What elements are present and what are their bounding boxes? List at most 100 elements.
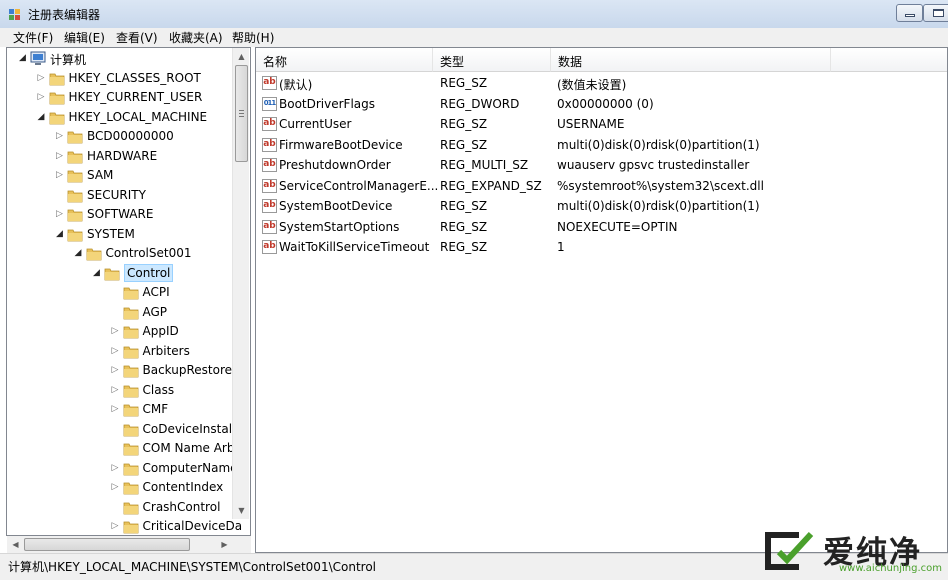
tree-item[interactable]: CrashControl: [7, 498, 237, 517]
tree-item[interactable]: ◢ 计算机: [7, 49, 237, 68]
value-name: SystemBootDevice: [279, 199, 393, 213]
expanded-arrow-icon[interactable]: ◢: [19, 52, 29, 64]
column-header-type[interactable]: 类型: [433, 48, 551, 72]
menu-help[interactable]: 帮助(H): [232, 29, 274, 46]
value-row[interactable]: ab WaitToKillServiceTimeout REG_SZ 1: [256, 237, 946, 257]
scroll-thumb[interactable]: [235, 65, 248, 162]
status-path: 计算机\HKEY_LOCAL_MACHINE\SYSTEM\ControlSet…: [8, 560, 376, 574]
tree-item[interactable]: ▷ ComputerName: [7, 459, 238, 478]
column-header-data[interactable]: 数据: [551, 48, 831, 72]
tree-item[interactable]: ▷ HKEY_CLASSES_ROOT: [7, 69, 237, 88]
tree-item[interactable]: ▷ HARDWARE: [7, 147, 237, 166]
collapsed-arrow-icon[interactable]: ▷: [112, 520, 122, 532]
tree-item[interactable]: ACPI: [7, 283, 237, 302]
value-row[interactable]: ab (默认) REG_SZ (数值未设置): [256, 73, 946, 93]
tree-item-label: SYSTEM: [87, 226, 135, 241]
tree-item[interactable]: ◢ ControlSet001: [7, 244, 237, 263]
collapsed-arrow-icon[interactable]: ▷: [56, 150, 66, 162]
minimize-icon: [905, 14, 915, 17]
value-name: FirmwareBootDevice: [279, 137, 403, 152]
tree-item[interactable]: ▷ CriticalDeviceDa: [7, 517, 242, 535]
maximize-button[interactable]: [923, 4, 948, 22]
tree-horizontal-scrollbar[interactable]: ◀ ▶: [7, 536, 233, 553]
menu-edit[interactable]: 编辑(E): [64, 29, 105, 46]
value-name: WaitToKillServiceTimeout: [279, 240, 430, 254]
column-header-empty: [831, 48, 947, 72]
folder-icon: [123, 305, 139, 320]
scroll-thumb-horizontal[interactable]: [24, 538, 190, 551]
value-row[interactable]: ab SystemBootDevice REG_SZ multi(0)disk(0)r…: [256, 196, 946, 216]
collapsed-arrow-icon[interactable]: ▷: [112, 345, 122, 357]
tree-item[interactable]: AGP: [7, 303, 237, 322]
scroll-left-arrow-icon[interactable]: ◀: [7, 536, 24, 553]
value-type: REG_EXPAND_SZ: [440, 178, 542, 193]
tree-item[interactable]: ▷ ContentIndex: [7, 478, 237, 497]
tree-item-label: HKEY_CLASSES_ROOT: [68, 70, 201, 85]
tree-item[interactable]: ◢ SYSTEM: [7, 225, 237, 244]
menu-view[interactable]: 查看(V): [116, 29, 158, 46]
tree-item-label: 计算机: [50, 53, 87, 67]
watermark-logo: 爱纯净 www.aichunjing.com: [757, 525, 943, 577]
values-list[interactable]: 名称 类型 数据 ab (默认) REG_SZ (数值未设置) 011 BootDrive…: [255, 47, 948, 553]
value-type: REG_SZ: [440, 117, 488, 131]
collapsed-arrow-icon[interactable]: ▷: [112, 462, 122, 474]
tree-item[interactable]: ▷ Arbiters: [7, 342, 237, 361]
tree-item-label: ACPI: [142, 285, 170, 299]
watermark-mark-icon: [765, 531, 814, 570]
tree-item[interactable]: ◢ HKEY_LOCAL_MACHINE: [7, 108, 237, 127]
tree-item-label: COM Name Arb: [142, 441, 235, 455]
menu-favorites[interactable]: 收藏夹(A): [169, 29, 223, 46]
key-tree[interactable]: ◢ 计算机 ▷ HKEY_CLASSES_ROOT ▷ HKEY_CURRENT_USER…: [6, 47, 251, 536]
value-row[interactable]: 011 BootDriverFlags REG_DWORD 0x00000000 (0…: [256, 94, 946, 114]
scroll-up-arrow-icon[interactable]: ▲: [233, 48, 250, 65]
tree-item-label: ControlSet001: [105, 246, 192, 260]
tree-item[interactable]: ▷ HKEY_CURRENT_USER: [7, 88, 237, 107]
collapsed-arrow-icon[interactable]: ▷: [38, 91, 48, 103]
collapsed-arrow-icon[interactable]: ▷: [56, 208, 66, 220]
expanded-arrow-icon[interactable]: ◢: [56, 228, 66, 240]
value-row[interactable]: ab SystemStartOptions REG_SZ NOEXECUTE=OPT…: [256, 217, 946, 237]
value-type: REG_SZ: [440, 219, 488, 234]
folder-icon: [67, 149, 83, 164]
tree-item[interactable]: COM Name Arb: [7, 439, 237, 458]
expanded-arrow-icon[interactable]: ◢: [38, 111, 48, 123]
folder-icon: [86, 246, 102, 261]
tree-vertical-scrollbar[interactable]: ▲ ▼: [232, 48, 249, 519]
collapsed-arrow-icon[interactable]: ▷: [112, 481, 122, 493]
tree-item[interactable]: ▷ BCD00000000: [7, 127, 237, 146]
column-header-name[interactable]: 名称: [256, 48, 433, 72]
minimize-button[interactable]: [896, 4, 923, 22]
tree-item-label: Class: [142, 382, 175, 397]
value-row[interactable]: ab PreshutdownOrder REG_MULTI_SZ wuauserv g…: [256, 155, 946, 175]
value-row[interactable]: ab ServiceControlManagerE... REG_EXPAND_SZ…: [256, 176, 946, 196]
tree-item[interactable]: ▷ AppID: [7, 322, 237, 341]
tree-item[interactable]: ▷ BackupRestore: [7, 361, 237, 380]
value-data: 1: [557, 240, 565, 254]
collapsed-arrow-icon[interactable]: ▷: [56, 169, 66, 181]
value-row[interactable]: ab FirmwareBootDevice REG_SZ multi(0)disk(0…: [256, 135, 946, 155]
collapsed-arrow-icon[interactable]: ▷: [112, 403, 122, 415]
tree-item[interactable]: ▷ SAM: [7, 166, 237, 185]
collapsed-arrow-icon[interactable]: ▷: [38, 72, 48, 84]
scroll-right-arrow-icon[interactable]: ▶: [216, 536, 233, 553]
tree-item[interactable]: ▷ Class: [7, 381, 237, 400]
collapsed-arrow-icon[interactable]: ▷: [56, 130, 66, 142]
collapsed-arrow-icon[interactable]: ▷: [112, 384, 122, 396]
tree-item[interactable]: SECURITY: [7, 186, 237, 205]
collapsed-arrow-icon[interactable]: ▷: [112, 325, 122, 337]
tree-item[interactable]: ▷ SOFTWARE: [7, 205, 237, 224]
scroll-down-arrow-icon[interactable]: ▼: [233, 502, 250, 519]
value-row[interactable]: ab CurrentUser REG_SZ USERNAME: [256, 114, 946, 134]
value-type: REG_SZ: [440, 137, 488, 152]
value-data: wuauserv gpsvc trustedinstaller: [557, 158, 750, 172]
expanded-arrow-icon[interactable]: ◢: [75, 247, 85, 259]
tree-item[interactable]: ▷ CMF: [7, 400, 237, 419]
collapsed-arrow-icon[interactable]: ▷: [112, 364, 122, 376]
expanded-arrow-icon[interactable]: ◢: [93, 267, 103, 279]
reg-string-icon: ab: [262, 199, 277, 213]
tree-item[interactable]: ◢ Control: [7, 263, 237, 283]
folder-icon: [123, 519, 139, 534]
menu-file[interactable]: 文件(F): [13, 29, 53, 46]
tree-item[interactable]: CoDeviceInstalle: [7, 420, 243, 439]
folder-icon: [123, 500, 139, 515]
